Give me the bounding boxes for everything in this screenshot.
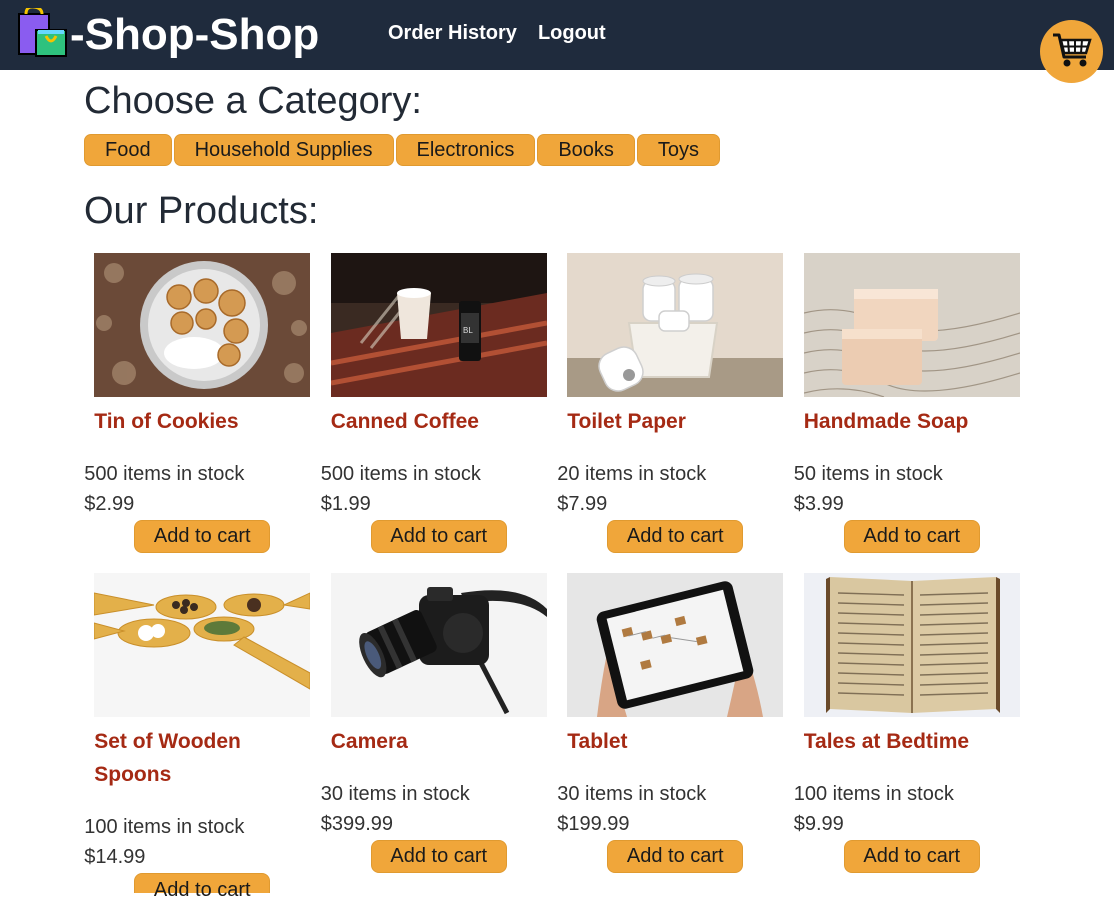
cart-button[interactable]: [1040, 20, 1103, 83]
product-image[interactable]: [330, 573, 547, 717]
add-to-cart-button[interactable]: Add to cart: [370, 520, 507, 553]
product-card: Toilet Paper 20 items in stock $7.99 Add…: [557, 253, 794, 573]
nav-logout[interactable]: Logout: [538, 22, 606, 45]
add-to-cart-button[interactable]: Add to cart: [134, 873, 271, 901]
product-name[interactable]: Tablet: [567, 725, 783, 758]
product-price: $199.99: [557, 813, 630, 835]
product-price: $399.99: [320, 813, 394, 835]
product-price: $1.99: [320, 493, 371, 515]
add-to-cart-button[interactable]: Add to cart: [607, 520, 744, 553]
category-electronics[interactable]: Electronics: [395, 134, 536, 166]
product-name[interactable]: Handmade Soap: [804, 405, 1020, 438]
brand-logo[interactable]: -Shop-Shop: [16, 4, 320, 63]
product-stock: 100 items in stock: [84, 816, 245, 838]
product-card: Tin of Cookies 500 items in stock $2.99 …: [84, 253, 321, 573]
main-nav: Order History Logout: [388, 22, 606, 45]
category-list: Food Household Supplies Electronics Book…: [84, 134, 721, 166]
product-name[interactable]: Canned Coffee: [331, 405, 547, 438]
product-card: Handmade Soap 50 items in stock $3.99 Ad…: [794, 253, 1031, 573]
category-toys[interactable]: Toys: [636, 134, 721, 166]
product-name[interactable]: Toilet Paper: [567, 405, 783, 438]
product-price: $2.99: [84, 493, 135, 515]
product-card: Set of Wooden Spoons 100 items in stock …: [84, 573, 321, 901]
product-card: BL Canned Coffee 500 items in stock $1.9…: [321, 253, 558, 573]
category-food[interactable]: Food: [84, 134, 172, 166]
product-image[interactable]: [567, 573, 784, 717]
nav-order-history[interactable]: Order History: [388, 22, 517, 45]
product-name[interactable]: Camera: [331, 725, 547, 758]
add-to-cart-button[interactable]: Add to cart: [843, 840, 980, 873]
product-name[interactable]: Tales at Bedtime: [804, 725, 1020, 758]
top-header: -Shop-Shop Order History Logout: [0, 0, 1114, 70]
product-stock: 500 items in stock: [320, 463, 481, 485]
product-price: $3.99: [793, 493, 844, 515]
product-name[interactable]: Set of Wooden Spoons: [94, 725, 310, 791]
product-stock: 20 items in stock: [557, 463, 707, 485]
product-price: $9.99: [793, 813, 844, 835]
categories-heading: Choose a Category:: [84, 80, 422, 122]
category-books[interactable]: Books: [537, 134, 635, 166]
product-price: $14.99: [84, 846, 146, 868]
product-stock: 100 items in stock: [793, 783, 954, 805]
product-stock: 30 items in stock: [320, 783, 470, 805]
add-to-cart-button[interactable]: Add to cart: [607, 840, 744, 873]
brand-title: -Shop-Shop: [70, 10, 320, 59]
product-image[interactable]: [94, 253, 311, 397]
category-household-supplies[interactable]: Household Supplies: [173, 134, 394, 166]
product-name[interactable]: Tin of Cookies: [94, 405, 310, 438]
add-to-cart-button[interactable]: Add to cart: [134, 520, 271, 553]
product-image[interactable]: [94, 573, 311, 717]
svg-text:BL: BL: [463, 326, 473, 335]
add-to-cart-button[interactable]: Add to cart: [843, 520, 980, 553]
product-card: Tablet 30 items in stock $199.99 Add to …: [557, 573, 794, 893]
add-to-cart-button[interactable]: Add to cart: [370, 840, 507, 873]
product-image[interactable]: [803, 253, 1020, 397]
product-image[interactable]: BL: [330, 253, 547, 397]
product-card: Tales at Bedtime 100 items in stock $9.9…: [794, 573, 1031, 893]
product-image[interactable]: [567, 253, 784, 397]
shopping-bags-icon: [16, 4, 68, 63]
product-grid: Tin of Cookies 500 items in stock $2.99 …: [84, 253, 1031, 901]
shopping-cart-icon: [1050, 27, 1094, 76]
product-price: $7.99: [557, 493, 608, 515]
product-stock: 30 items in stock: [557, 783, 707, 805]
product-stock: 50 items in stock: [793, 463, 943, 485]
product-stock: 500 items in stock: [84, 463, 245, 485]
product-image[interactable]: [803, 573, 1020, 717]
product-card: Camera 30 items in stock $399.99 Add to …: [321, 573, 558, 893]
products-heading: Our Products:: [84, 190, 319, 232]
